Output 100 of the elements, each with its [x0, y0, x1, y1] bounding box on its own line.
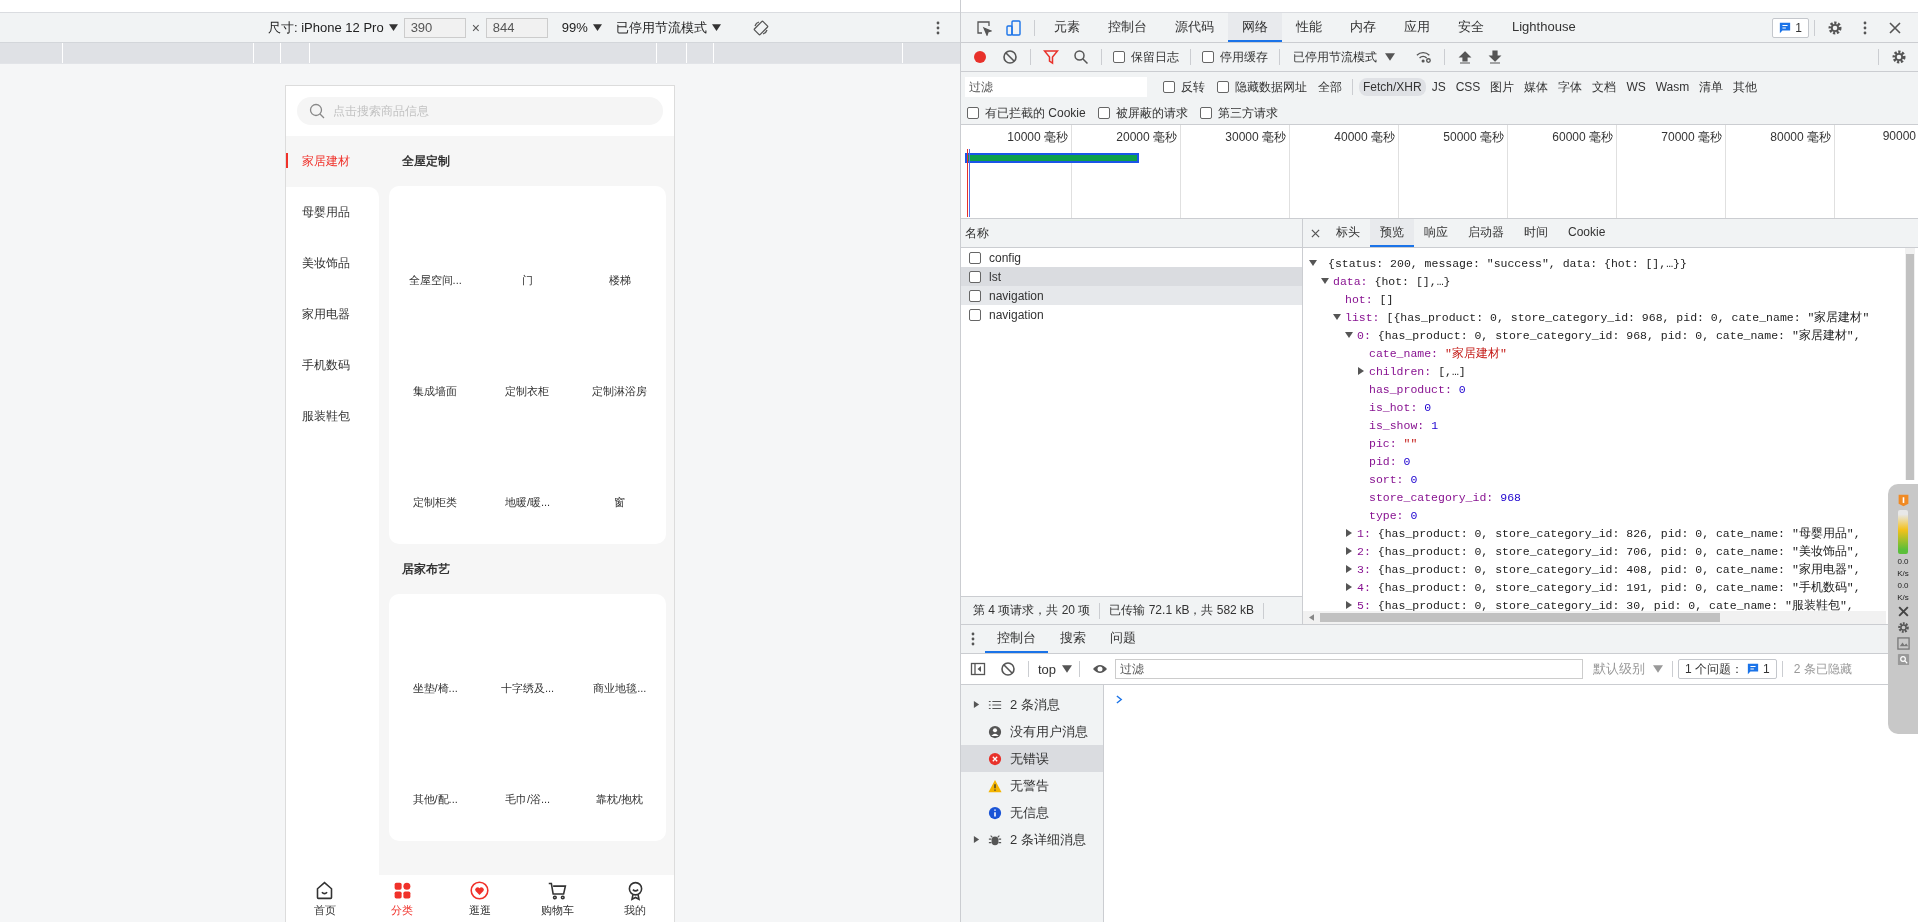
message-filter-item[interactable]: 无警告 [961, 772, 1103, 799]
network-conditions-icon[interactable] [1416, 49, 1432, 65]
type-filter-button[interactable]: 清单 [1695, 76, 1728, 98]
tabbar-item[interactable]: 分类 [363, 875, 442, 922]
request-row[interactable]: config [961, 248, 1302, 267]
download-icon[interactable] [1487, 49, 1503, 65]
request-row[interactable]: navigation [961, 305, 1302, 324]
search-icon[interactable] [1073, 49, 1089, 65]
collapsed-arrow-icon[interactable] [1345, 601, 1353, 609]
subcategory-label[interactable]: 定制淋浴房 [592, 384, 648, 399]
subcategory-label[interactable]: 毛巾/浴... [504, 792, 551, 807]
subcategory-label[interactable]: 靠枕/抱枕 [596, 792, 644, 807]
image-icon[interactable] [1896, 637, 1910, 650]
type-filter-button[interactable]: CSS [1451, 78, 1485, 96]
request-checkbox[interactable]: 有已拦截的 Cookie [967, 104, 1086, 122]
collapsed-arrow-icon[interactable] [1345, 529, 1353, 537]
close-icon[interactable] [1896, 605, 1910, 618]
rotate-icon[interactable] [752, 19, 769, 36]
throttle-dropdown[interactable]: 已停用节流模式 [1293, 48, 1395, 66]
more-icon[interactable] [936, 20, 940, 35]
expanded-arrow-icon[interactable] [1309, 259, 1317, 267]
subcategory-label[interactable]: 集成墙面 [413, 384, 458, 399]
message-filter-item[interactable]: 2 条消息 [961, 691, 1103, 718]
subcategory-label[interactable]: 全屋空间... [408, 273, 462, 288]
issues-button[interactable]: 1 个问题： 1 [1678, 659, 1777, 679]
category-item[interactable]: 手机数码 [286, 340, 379, 391]
tabbar-item[interactable]: 购物车 [518, 875, 597, 922]
category-item[interactable]: 母婴用品 [286, 187, 379, 238]
request-row[interactable]: navigation [961, 286, 1302, 305]
collapsed-arrow-icon[interactable] [1345, 583, 1353, 591]
drawer-tab[interactable]: 问题 [1098, 625, 1148, 653]
context-selector[interactable]: top [1038, 661, 1073, 677]
tabbar-item[interactable]: 逛逛 [441, 875, 519, 922]
request-row[interactable]: lst [961, 267, 1302, 286]
throttle-selector[interactable]: 已停用节流模式 [615, 18, 721, 37]
inspect-icon[interactable] [976, 19, 992, 36]
collapsed-arrow-icon[interactable] [1345, 565, 1353, 573]
settings-icon[interactable] [1896, 621, 1910, 634]
filter-field[interactable]: 过滤 [965, 77, 1147, 97]
collapsed-arrow-icon[interactable] [1357, 367, 1365, 375]
message-filter-item[interactable]: 2 条详细消息 [961, 826, 1103, 853]
filter-checkbox[interactable]: 反转 [1163, 78, 1205, 96]
category-item[interactable]: 服装鞋包 [286, 391, 379, 442]
width-field[interactable]: 390 [403, 17, 466, 38]
more-icon[interactable] [971, 632, 975, 646]
record-icon[interactable] [972, 49, 988, 65]
filter-checkbox[interactable]: 隐藏数据网址 [1217, 78, 1307, 96]
expanded-arrow-icon[interactable] [1321, 277, 1329, 285]
detail-tab[interactable]: 响应 [1414, 219, 1458, 247]
panel-tab[interactable]: 内存 [1336, 13, 1390, 42]
filter-icon[interactable] [1043, 49, 1059, 65]
option-checkbox[interactable]: 保留日志 [1113, 48, 1179, 66]
panel-tab[interactable]: 网络 [1228, 13, 1282, 42]
type-filter-button[interactable]: 图片 [1486, 76, 1519, 98]
subcategory-label[interactable]: 地暖/暖... [504, 495, 551, 510]
subcategory-label[interactable]: 定制柜类 [413, 495, 458, 510]
issues-button[interactable]: 1 [1772, 17, 1809, 38]
subcategory-label[interactable]: 其他/配... [412, 792, 458, 807]
collapsed-arrow-icon[interactable] [973, 836, 980, 843]
close-icon[interactable] [1887, 19, 1903, 36]
collapsed-arrow-icon[interactable] [1345, 547, 1353, 555]
type-filter-button[interactable]: 媒体 [1520, 76, 1553, 98]
message-filter-item[interactable]: 没有用户消息 [961, 718, 1103, 745]
detail-tab[interactable]: 预览 [1370, 219, 1414, 247]
subcategory-label[interactable]: 门 [522, 273, 533, 288]
settings-icon[interactable] [1891, 49, 1907, 65]
subcategory-label[interactable]: 楼梯 [608, 273, 631, 288]
category-item[interactable]: 美妆饰品 [286, 238, 379, 289]
vertical-scrollbar[interactable] [1905, 248, 1915, 480]
detail-tab[interactable]: Cookie [1558, 219, 1616, 247]
type-filter-button[interactable]: 字体 [1554, 76, 1587, 98]
close-icon[interactable] [1311, 228, 1320, 238]
category-item[interactable]: 家用电器 [286, 289, 379, 340]
network-monitor-widget[interactable]: 0.0 K/s 0.0 K/s [1888, 484, 1918, 734]
panel-tab[interactable]: 元素 [1040, 13, 1094, 42]
subcategory-label[interactable]: 坐垫/椅... [412, 681, 458, 696]
tabbar-item[interactable]: 我的 [596, 875, 674, 922]
clear-icon[interactable] [1000, 661, 1016, 677]
panel-tab[interactable]: 应用 [1390, 13, 1444, 42]
request-checkbox[interactable]: 被屏蔽的请求 [1097, 104, 1188, 122]
zoom-selector[interactable]: 99% [561, 20, 602, 35]
request-checkbox[interactable]: 第三方请求 [1199, 104, 1278, 122]
expanded-arrow-icon[interactable] [1333, 313, 1341, 321]
type-filter-button[interactable]: 文档 [1588, 76, 1621, 98]
tabbar-item[interactable]: 首页 [286, 875, 364, 922]
height-field[interactable]: 844 [485, 17, 548, 38]
horizontal-scrollbar[interactable] [1303, 611, 1886, 624]
panel-tab[interactable]: Lighthouse [1498, 13, 1590, 42]
drawer-tab[interactable]: 搜索 [1048, 625, 1098, 653]
detail-tab[interactable]: 启动器 [1458, 219, 1514, 247]
expanded-arrow-icon[interactable] [1345, 331, 1353, 339]
type-filter-button[interactable]: JS [1427, 78, 1450, 96]
type-filter-button[interactable]: WS [1622, 78, 1650, 96]
device-toolbar-icon[interactable] [1006, 19, 1022, 36]
subcategory-label[interactable]: 窗 [614, 495, 626, 510]
subcategory-label[interactable]: 十字绣及... [500, 681, 555, 696]
panel-tab[interactable]: 源代码 [1161, 13, 1228, 42]
panel-tab[interactable]: 性能 [1282, 13, 1336, 42]
panel-tab[interactable]: 控制台 [1094, 13, 1161, 42]
detail-tab[interactable]: 标头 [1326, 219, 1370, 247]
